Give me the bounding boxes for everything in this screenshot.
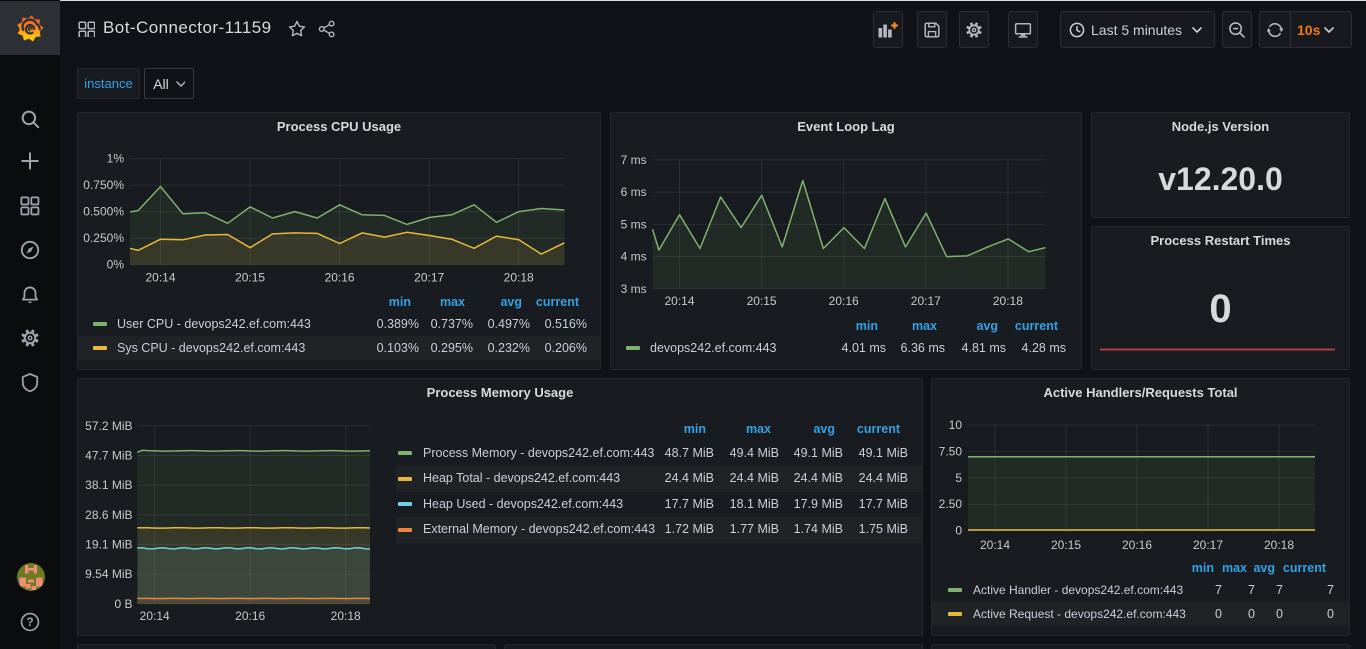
- svg-text:10: 10: [949, 418, 963, 432]
- svg-text:20:16: 20:16: [325, 270, 355, 284]
- svg-text:5: 5: [955, 471, 962, 485]
- svg-text:20:17: 20:17: [911, 294, 941, 308]
- svg-text:20:18: 20:18: [331, 609, 361, 623]
- svg-text:0%: 0%: [107, 258, 125, 272]
- svg-text:0 B: 0 B: [114, 597, 132, 611]
- svg-text:4 ms: 4 ms: [621, 250, 647, 264]
- svg-text:20:18: 20:18: [993, 294, 1023, 308]
- svg-text:20:17: 20:17: [414, 270, 444, 284]
- svg-text:6 ms: 6 ms: [621, 185, 647, 199]
- svg-text:20:14: 20:14: [145, 270, 175, 284]
- svg-text:20:15: 20:15: [747, 294, 777, 308]
- svg-text:20:16: 20:16: [1122, 538, 1152, 552]
- svg-text:3 ms: 3 ms: [621, 282, 647, 296]
- svg-text:7.50: 7.50: [939, 444, 963, 458]
- svg-text:1%: 1%: [107, 152, 125, 166]
- svg-text:0: 0: [955, 524, 962, 538]
- svg-text:19.1 MiB: 19.1 MiB: [85, 538, 132, 552]
- svg-text:0.750%: 0.750%: [83, 178, 124, 192]
- svg-text:20:16: 20:16: [235, 609, 265, 623]
- svg-text:9.54 MiB: 9.54 MiB: [85, 567, 132, 581]
- svg-text:20:15: 20:15: [1051, 538, 1081, 552]
- svg-text:57.2 MiB: 57.2 MiB: [85, 419, 132, 433]
- svg-text:20:18: 20:18: [1264, 538, 1294, 552]
- svg-text:2.50: 2.50: [939, 497, 963, 511]
- svg-text:7 ms: 7 ms: [621, 153, 647, 167]
- svg-text:20:14: 20:14: [980, 538, 1010, 552]
- svg-text:20:14: 20:14: [664, 294, 694, 308]
- svg-text:5 ms: 5 ms: [621, 217, 647, 231]
- svg-text:28.6 MiB: 28.6 MiB: [85, 508, 132, 522]
- svg-text:38.1 MiB: 38.1 MiB: [85, 478, 132, 492]
- svg-text:0.250%: 0.250%: [83, 231, 124, 245]
- svg-text:20:15: 20:15: [235, 270, 265, 284]
- svg-text:20:17: 20:17: [1193, 538, 1223, 552]
- svg-text:47.7 MiB: 47.7 MiB: [85, 449, 132, 463]
- svg-text:20:14: 20:14: [140, 609, 170, 623]
- svg-text:?: ?: [26, 616, 33, 629]
- svg-text:20:18: 20:18: [504, 270, 534, 284]
- svg-text:0.500%: 0.500%: [83, 205, 124, 219]
- svg-text:20:16: 20:16: [829, 294, 859, 308]
